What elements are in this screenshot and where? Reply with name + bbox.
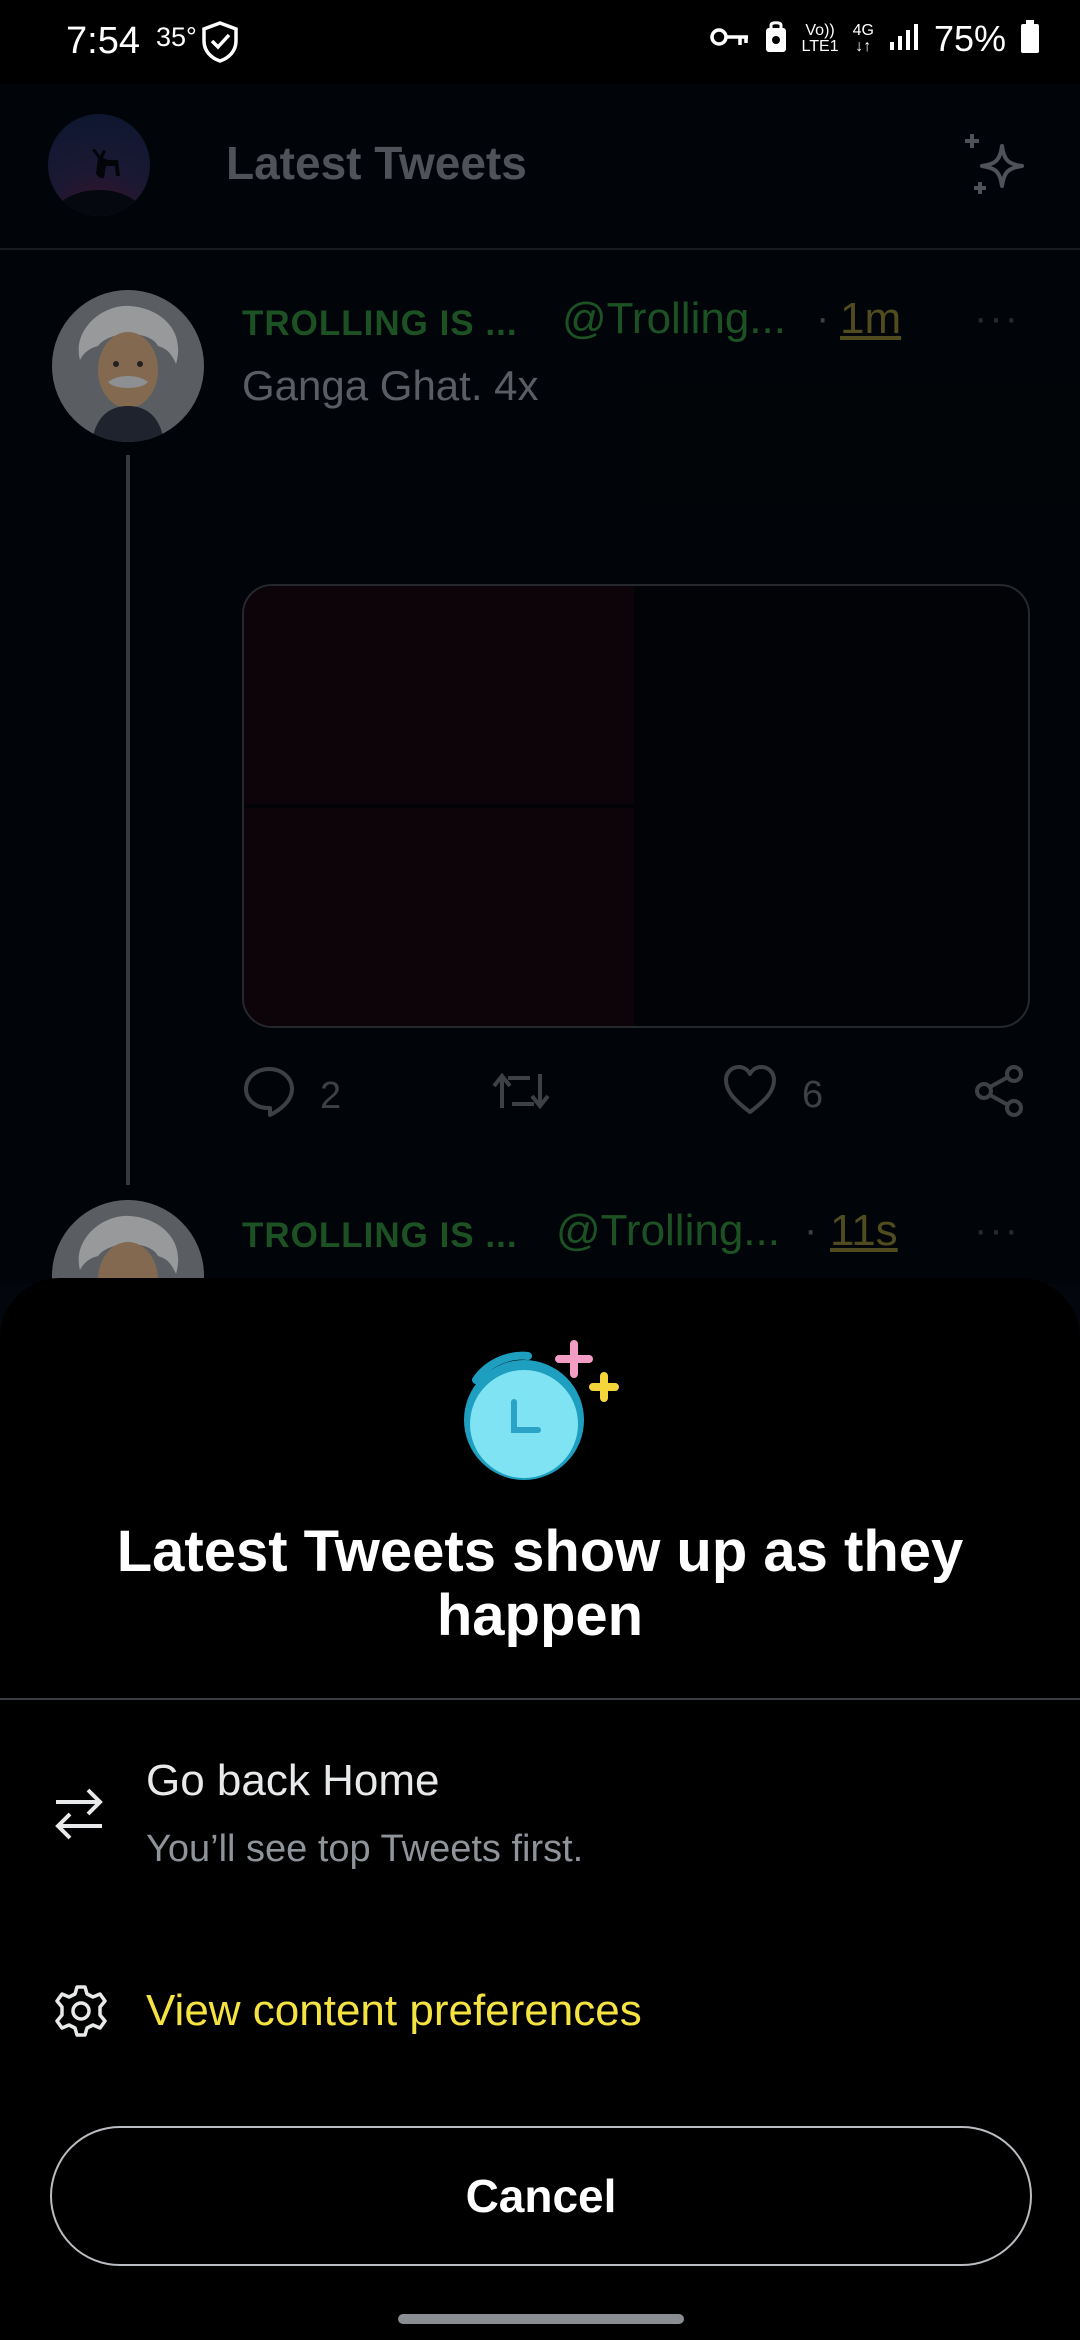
battery-level: 75% [933,18,1006,59]
dim-overlay[interactable] [0,84,1080,1284]
go-back-home-option[interactable]: Go back Home You’ll see top Tweets first… [0,1748,1080,1898]
home-indicator[interactable] [398,2314,684,2324]
signal-icon [888,22,920,57]
go-back-home-description: You’ll see top Tweets first. [146,1828,584,1870]
battery-icon [1020,19,1040,59]
status-temperature: 35° [156,22,197,52]
cancel-button[interactable]: Cancel [50,2126,1032,2266]
go-back-home-label: Go back Home [146,1756,440,1805]
view-content-preferences-label: View content preferences [146,1986,642,2035]
view-content-preferences-option[interactable]: View content preferences [0,1968,1080,2058]
shield-check-icon [200,20,240,69]
swap-arrows-icon [52,1784,106,1849]
lock-icon [764,20,788,59]
gear-icon [54,1984,108,2043]
bottom-sheet: Latest Tweets show up as they happen Go … [0,1278,1080,2340]
sheet-title: Latest Tweets show up as they happen [116,1519,964,1648]
status-time: 7:54 [66,20,140,62]
status-right-group: Vo)) LTE1 4G ↓↑ 75% [709,18,1040,60]
screen: 7:54 35° Vo)) LTE1 4G ↓↑ 75% Latest Twee… [0,0,1080,2340]
network-4g: 4G ↓↑ [852,22,874,55]
network-volte: Vo)) LTE1 [801,22,839,55]
status-bar: 7:54 35° Vo)) LTE1 4G ↓↑ 75% [0,0,1080,84]
divider [0,1698,1080,1700]
key-icon [709,25,750,54]
clock-sparkle-icon [454,1328,634,1488]
